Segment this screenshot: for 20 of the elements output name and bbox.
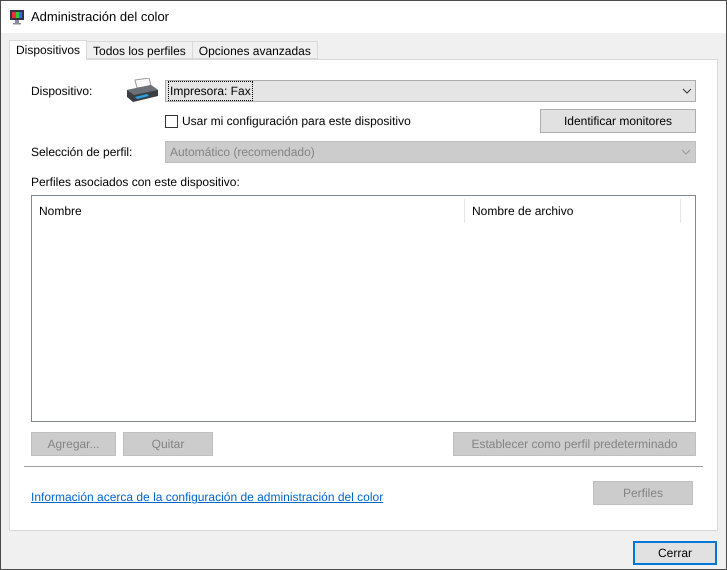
tab[interactable]: Opciones avanzadas xyxy=(192,41,318,59)
checkbox-row[interactable]: Usar mi configuración para este dispositivo xyxy=(165,112,540,130)
field-label: Selección de perfil: xyxy=(31,144,134,161)
chevron-down-icon xyxy=(682,88,692,94)
profiles-list[interactable]: Nombre Nombre de archivo xyxy=(31,195,696,422)
info-link[interactable]: Información acerca de la configuración de administración del color xyxy=(31,488,384,506)
tab[interactable]: Dispositivos xyxy=(9,40,88,60)
tab[interactable]: Todos los perfiles xyxy=(86,41,193,59)
section-label: Perfiles asociados con este dispositivo: xyxy=(31,174,241,189)
window-title: Administración del color xyxy=(31,8,170,26)
column-header[interactable]: Nombre xyxy=(32,199,465,223)
column-header[interactable]: Nombre de archivo xyxy=(465,199,681,223)
device-dropdown[interactable]: Impresora: Fax xyxy=(165,80,696,102)
identify-button[interactable]: Identificar monitores xyxy=(540,109,696,133)
monitor-icon xyxy=(9,9,25,25)
chevron-down-icon xyxy=(681,149,691,155)
checkbox[interactable] xyxy=(165,114,178,128)
close-button[interactable]: Cerrar xyxy=(633,541,717,565)
field-label: Dispositivo: xyxy=(31,83,94,100)
printer-icon xyxy=(125,78,159,104)
